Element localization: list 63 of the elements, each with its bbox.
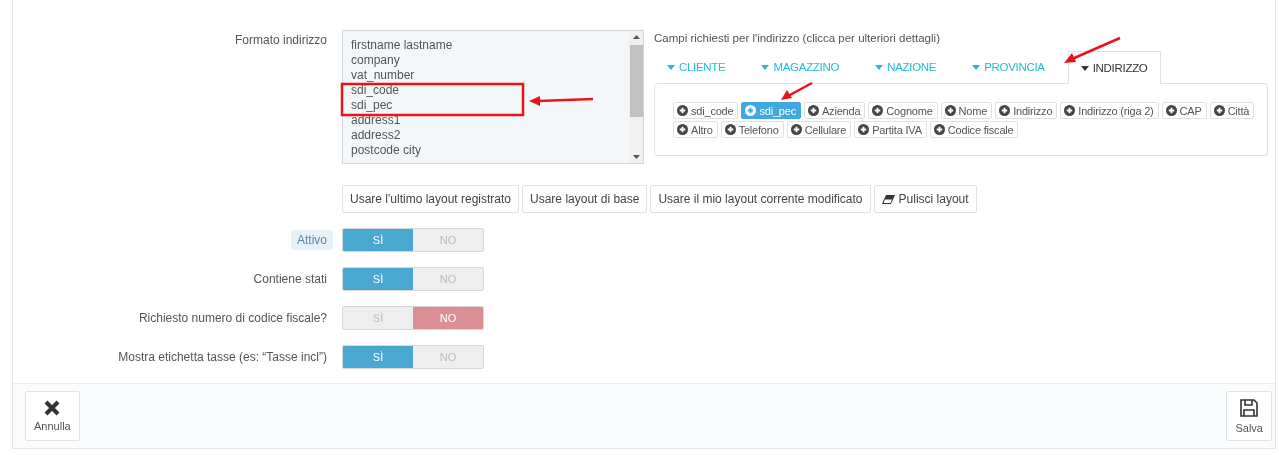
format-line: address2 <box>351 128 401 143</box>
plus-icon <box>677 124 688 135</box>
field-button[interactable]: Azienda <box>803 102 866 119</box>
field-button[interactable]: sdi_code <box>673 102 739 119</box>
eraser-icon <box>881 194 895 204</box>
format-line: vat_number <box>351 68 415 83</box>
tab[interactable]: INDIRIZZO <box>1067 51 1161 84</box>
scroll-down-icon[interactable] <box>632 155 640 159</box>
format-line: firstname lastname <box>351 38 453 53</box>
plus-icon <box>745 105 757 116</box>
field-button[interactable]: Cognome <box>868 102 938 119</box>
caret-icon <box>667 64 675 70</box>
field-label: Mostra etichetta tasse (es: “Tasse incl”) <box>117 349 328 366</box>
field-label: Formato indirizzo <box>233 32 328 49</box>
format-line: address1 <box>351 113 401 128</box>
field-button[interactable]: Cellulare <box>786 121 852 138</box>
plus-icon <box>724 124 736 135</box>
field-button[interactable]: Città <box>1209 102 1255 119</box>
plus-icon <box>1213 105 1225 116</box>
close-icon <box>44 400 61 416</box>
caret-icon <box>1080 65 1089 71</box>
plus-icon <box>933 124 945 135</box>
layout-button[interactable]: Usare layout di base <box>522 185 648 213</box>
save-button[interactable]: Salva <box>1226 391 1272 441</box>
plus-icon <box>872 105 884 116</box>
cancel-button[interactable]: Annulla <box>25 391 80 441</box>
plus-icon <box>944 105 956 116</box>
annotation-arrow <box>529 96 594 106</box>
caret-icon <box>761 64 770 70</box>
field-button[interactable]: Nome <box>940 102 993 119</box>
format-line: sdi_code <box>351 83 400 98</box>
plus-icon <box>999 105 1011 116</box>
field-label: Attivo <box>291 230 333 250</box>
layout-button[interactable]: Usare il mio layout corrente modificato <box>650 185 871 213</box>
field-button[interactable]: Indirizzo <box>995 102 1058 119</box>
layout-button[interactable]: Usare l'ultimo layout registrato <box>342 185 520 213</box>
format-line: sdi_pec <box>351 98 393 113</box>
field-label: Contiene stati <box>252 271 328 288</box>
format-line: postcode city <box>351 143 422 158</box>
caret-icon <box>875 64 884 70</box>
address-format-textarea[interactable]: firstname lastname company vat_number sdi_code sdi_pec address1 address2 postcode city <box>342 30 644 164</box>
caret-icon <box>972 64 981 70</box>
annotation-arrow <box>1064 36 1121 63</box>
field-button[interactable]: Telefono <box>720 121 784 138</box>
annotation-arrow <box>781 81 813 100</box>
plus-icon <box>677 105 688 116</box>
field-button[interactable]: Partita IVA <box>854 121 927 138</box>
scroll-up-icon[interactable] <box>632 35 640 39</box>
plus-icon <box>1064 105 1076 116</box>
scrollbar[interactable] <box>629 31 643 163</box>
plus-icon <box>807 105 819 116</box>
section-title: Campi richiesti per l'indirizzo (clicca per ulteriori dettagli) <box>654 32 941 44</box>
plus-icon <box>1165 105 1177 116</box>
field-button[interactable]: CAP <box>1161 102 1207 119</box>
field-button[interactable]: Altro <box>673 121 718 138</box>
field-button[interactable]: Codice fiscale <box>929 121 1019 138</box>
plus-icon <box>790 124 802 135</box>
save-icon <box>1239 398 1260 418</box>
field-button[interactable]: Indirizzo (riga 2) <box>1060 102 1159 119</box>
plus-icon <box>858 124 870 135</box>
format-line: company <box>351 53 400 68</box>
layout-button[interactable]: Pulisci layout <box>873 185 977 213</box>
field-label: Richiesto numero di codice fiscale? <box>137 310 328 327</box>
